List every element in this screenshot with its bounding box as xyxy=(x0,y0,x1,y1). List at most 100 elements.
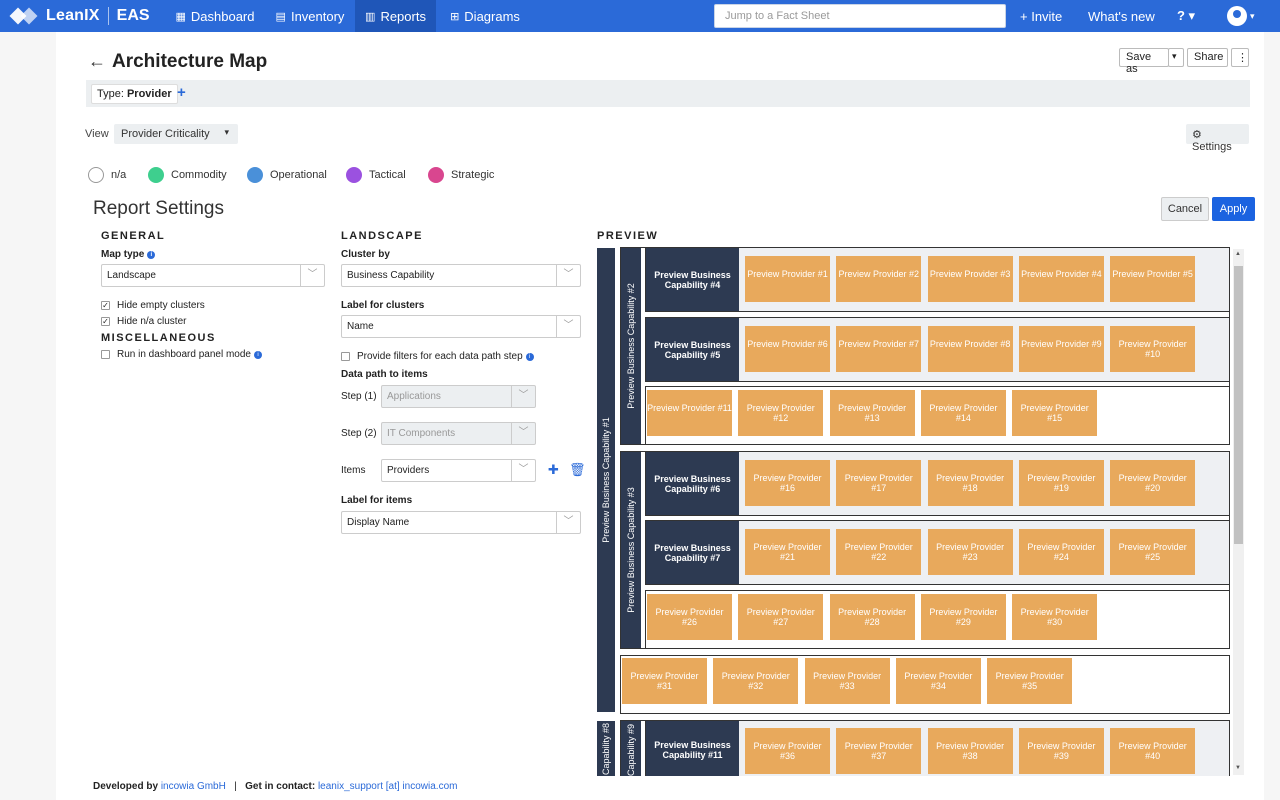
user-avatar-icon[interactable] xyxy=(1227,6,1247,26)
provider-tile[interactable]: Preview Provider #7 xyxy=(836,326,922,372)
checkbox-checked-icon: ✓ xyxy=(101,301,110,310)
nav-dashboard[interactable]: ▦ Dashboard xyxy=(166,0,264,32)
checkbox-unchecked-icon xyxy=(101,350,110,359)
apply-button[interactable]: Apply xyxy=(1212,197,1255,221)
provider-tile[interactable]: Preview Provider #32 xyxy=(713,658,799,704)
filter-chip-type[interactable]: Type: Provider xyxy=(91,84,178,104)
map-type-select[interactable]: Landscape ﹀ xyxy=(101,264,325,287)
brand[interactable]: LeanIX EAS xyxy=(9,0,150,32)
capability-3-column: Preview Business Capability #3 xyxy=(621,452,641,648)
cancel-button[interactable]: Cancel xyxy=(1161,197,1209,221)
provider-tile[interactable]: Preview Provider #21 xyxy=(745,529,830,575)
provider-tile[interactable]: Preview Provider #2 xyxy=(836,256,922,302)
info-icon[interactable]: i xyxy=(147,251,156,259)
incowia-link[interactable]: incowia GmbH xyxy=(161,781,226,792)
provider-tile[interactable]: Preview Provider #13 xyxy=(829,390,915,436)
provider-tile[interactable]: Preview Provider #33 xyxy=(804,658,890,704)
capability-7-label: Preview Business Capability #7 xyxy=(646,521,739,584)
add-filter-icon[interactable]: + xyxy=(177,84,186,101)
legend-dot xyxy=(247,167,263,183)
page-title: Architecture Map xyxy=(112,51,268,72)
provider-tile[interactable]: Preview Provider #3 xyxy=(927,256,1013,302)
help-menu[interactable]: ? ▾ xyxy=(1177,0,1195,32)
landscape-heading: LANDSCAPE xyxy=(341,230,423,242)
provider-tile[interactable]: Preview Provider #37 xyxy=(836,728,922,774)
nav-inventory[interactable]: ▤ Inventory xyxy=(266,0,354,32)
whats-new-link[interactable]: What's new xyxy=(1088,0,1155,32)
provider-tile[interactable]: Preview Provider #1 xyxy=(745,256,830,302)
view-select[interactable]: Provider Criticality ▾ xyxy=(114,124,238,144)
provider-tile[interactable]: Preview Provider #34 xyxy=(895,658,981,704)
items-select[interactable]: Providers ﹀ xyxy=(381,459,536,482)
provider-tile[interactable]: Preview Provider #10 xyxy=(1110,326,1196,372)
gear-icon: ⚙ xyxy=(1192,129,1202,141)
provider-tile[interactable]: Preview Provider #26 xyxy=(647,594,732,640)
provider-tile[interactable]: Preview Provider #27 xyxy=(738,594,824,640)
provider-tile[interactable]: Preview Provider #36 xyxy=(745,728,830,774)
provider-tile[interactable]: Preview Provider #23 xyxy=(927,529,1013,575)
misc-heading: MISCELLANEOUS xyxy=(101,332,216,344)
info-icon[interactable]: i xyxy=(253,350,262,359)
provider-tile[interactable]: Preview Provider #35 xyxy=(987,658,1073,704)
hide-empty-clusters-checkbox[interactable]: ✓ Hide empty clusters xyxy=(101,300,205,311)
provider-tile[interactable]: Preview Provider #9 xyxy=(1018,326,1104,372)
provider-tile[interactable]: Preview Provider #39 xyxy=(1018,728,1104,774)
label-items-select[interactable]: Display Name ﹀ xyxy=(341,511,581,534)
more-options-button[interactable]: ⋮ xyxy=(1231,48,1249,67)
provider-tile[interactable]: Preview Provider #19 xyxy=(1018,460,1104,506)
scroll-down-icon[interactable]: ▼ xyxy=(1235,765,1241,771)
provider-tile[interactable]: Preview Provider #15 xyxy=(1012,390,1098,436)
provider-tile[interactable]: Preview Provider #16 xyxy=(745,460,830,506)
chevron-down-icon: ﹀ xyxy=(511,460,535,481)
provider-tile[interactable]: Preview Provider #24 xyxy=(1018,529,1104,575)
brand-name: LeanIX xyxy=(46,7,100,24)
nav-reports[interactable]: ▥ Reports xyxy=(355,0,436,32)
checkbox-unchecked-icon xyxy=(341,352,350,361)
add-step-icon[interactable]: ✚ xyxy=(548,462,559,478)
chevron-down-icon: ﹀ xyxy=(556,316,580,337)
nav-diagrams[interactable]: ⊞ Diagrams xyxy=(440,0,530,32)
provider-tile[interactable]: Preview Provider #14 xyxy=(920,390,1006,436)
provide-filters-checkbox[interactable]: Provide filters for each data path step i xyxy=(341,351,534,362)
legend-item-strategic: Strategic xyxy=(428,166,494,184)
dashboard-mode-checkbox[interactable]: Run in dashboard panel mode i xyxy=(101,349,262,360)
provider-tile[interactable]: Preview Provider #25 xyxy=(1110,529,1196,575)
provider-tile[interactable]: Preview Provider #29 xyxy=(920,594,1006,640)
invite-button[interactable]: + Invite xyxy=(1020,0,1062,32)
provider-tile[interactable]: Preview Provider #11 xyxy=(647,390,732,436)
label-clusters-select[interactable]: Name ﹀ xyxy=(341,315,581,338)
provider-tile[interactable]: Preview Provider #17 xyxy=(836,460,922,506)
delete-step-icon[interactable]: 🗑 xyxy=(569,462,586,478)
save-as-dropdown[interactable]: ▾ xyxy=(1168,48,1184,67)
provider-tile[interactable]: Preview Provider #8 xyxy=(927,326,1013,372)
preview-scrollbar-thumb[interactable] xyxy=(1234,266,1243,544)
support-email-link[interactable]: leanix_support [at] incowia.com xyxy=(318,781,458,792)
provider-tile[interactable]: Preview Provider #5 xyxy=(1110,256,1196,302)
provider-tile[interactable]: Preview Provider #18 xyxy=(927,460,1013,506)
legend-item-commodity: Commodity xyxy=(148,166,227,184)
provider-tile[interactable]: Preview Provider #6 xyxy=(745,326,830,372)
step2-select[interactable]: IT Components ﹀ xyxy=(381,422,536,445)
brand-divider xyxy=(107,7,109,25)
provider-tile[interactable]: Preview Provider #4 xyxy=(1018,256,1104,302)
back-arrow-icon[interactable]: ← xyxy=(88,51,106,72)
info-icon[interactable]: i xyxy=(525,352,534,361)
cluster-by-select[interactable]: Business Capability ﹀ xyxy=(341,264,581,287)
user-menu-caret[interactable]: ▾ xyxy=(1250,0,1255,32)
save-as-button[interactable]: Save as xyxy=(1119,48,1169,75)
provider-tile[interactable]: Preview Provider #28 xyxy=(829,594,915,640)
provider-tile[interactable]: Preview Provider #20 xyxy=(1110,460,1196,506)
scroll-up-icon[interactable]: ▲ xyxy=(1235,251,1241,257)
provider-tile[interactable]: Preview Provider #22 xyxy=(836,529,922,575)
legend-dot xyxy=(428,167,444,183)
search-input[interactable]: Jump to a Fact Sheet xyxy=(714,4,1006,28)
hide-na-cluster-checkbox[interactable]: ✓ Hide n/a cluster xyxy=(101,316,186,327)
step1-select[interactable]: Applications ﹀ xyxy=(381,385,536,408)
provider-tile[interactable]: Preview Provider #40 xyxy=(1110,728,1196,774)
provider-tile[interactable]: Preview Provider #38 xyxy=(927,728,1013,774)
share-button[interactable]: Share xyxy=(1187,48,1228,67)
provider-tile[interactable]: Preview Provider #30 xyxy=(1012,594,1098,640)
provider-tile[interactable]: Preview Provider #31 xyxy=(622,658,707,704)
provider-tile[interactable]: Preview Provider #12 xyxy=(738,390,824,436)
settings-button[interactable]: ⚙ Settings xyxy=(1186,124,1249,153)
